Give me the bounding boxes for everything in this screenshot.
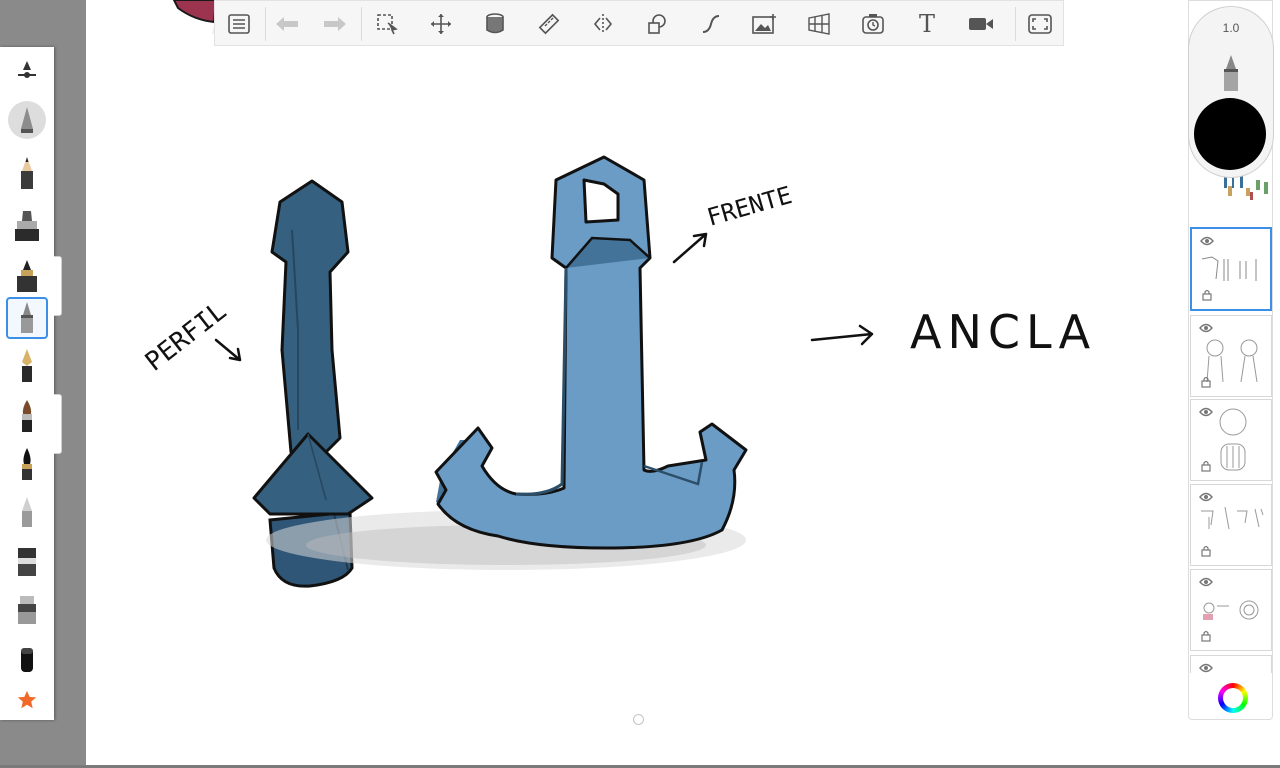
shapes-icon[interactable] [642, 9, 672, 39]
ruler-icon[interactable] [534, 9, 564, 39]
eye-icon[interactable] [1199, 663, 1213, 673]
selection-icon[interactable] [372, 9, 402, 39]
color-wheel-icon[interactable] [1218, 683, 1248, 713]
layer-2[interactable] [1190, 315, 1272, 397]
text-tool-glyph: T [918, 10, 935, 38]
lock-icon[interactable] [1201, 630, 1211, 642]
lock-icon[interactable] [1201, 545, 1211, 557]
eye-icon[interactable] [1199, 492, 1213, 502]
ink-brush-icon[interactable] [6, 443, 48, 485]
record-video-icon[interactable] [966, 9, 996, 39]
brush-puck[interactable]: 1.0 [1188, 6, 1274, 178]
transform-icon[interactable] [426, 9, 456, 39]
undo-icon[interactable] [272, 9, 302, 39]
lock-icon[interactable] [1201, 460, 1211, 472]
cropped-red-drawing [172, 0, 218, 24]
lock-icon[interactable] [1201, 376, 1211, 388]
eye-icon[interactable] [1200, 236, 1214, 246]
stroke-icon[interactable] [696, 9, 726, 39]
anchor-sketch: PERFIL FRENTE ANCLA [140, 0, 1096, 588]
fountain-pen-icon[interactable] [6, 345, 48, 387]
text-icon[interactable]: T [912, 9, 942, 39]
brush-size-value: 1.0 [1222, 21, 1240, 35]
layer-5-preview [1203, 600, 1259, 620]
airbrush-icon[interactable] [6, 99, 48, 141]
chisel-marker-icon[interactable] [6, 205, 48, 247]
layer-5[interactable] [1190, 569, 1272, 651]
lock-icon[interactable] [1202, 289, 1212, 301]
pencil-icon[interactable] [6, 152, 48, 194]
label-perfil: PERFIL [140, 296, 232, 377]
label-ancla: ANCLA [910, 305, 1096, 359]
perspective-icon[interactable] [804, 9, 834, 39]
redo-icon[interactable] [320, 9, 350, 39]
layer-4-preview [1201, 506, 1264, 530]
main-toolbar: T [214, 0, 1064, 46]
eye-icon[interactable] [1199, 577, 1213, 587]
page-indicator [633, 714, 644, 725]
fill-icon[interactable] [480, 9, 510, 39]
layer-4[interactable] [1190, 484, 1272, 566]
label-frente: FRENTE [704, 181, 795, 232]
smudge-icon[interactable] [6, 639, 48, 681]
soft-eraser-icon[interactable] [6, 491, 48, 533]
layer-3-preview [1219, 408, 1247, 471]
brush-toolbar [0, 47, 54, 720]
symmetry-icon[interactable] [588, 9, 618, 39]
inking-brush-icon[interactable] [6, 255, 48, 297]
favorite-star-icon[interactable] [6, 679, 48, 721]
add-image-icon[interactable] [750, 9, 780, 39]
menu-list-icon[interactable] [224, 9, 254, 39]
layer-1-preview [1201, 256, 1257, 281]
marker-icon[interactable] [6, 541, 48, 583]
time-lapse-icon[interactable] [858, 9, 888, 39]
technical-pen-icon[interactable] [6, 297, 48, 339]
wide-marker-icon[interactable] [6, 589, 48, 631]
toolbar-handle-bottom[interactable] [54, 394, 62, 454]
current-color-swatch[interactable] [1194, 98, 1266, 170]
eye-icon[interactable] [1199, 323, 1213, 333]
paint-brush-icon[interactable] [6, 395, 48, 437]
layer-3[interactable] [1190, 399, 1272, 481]
toolbar-handle-top[interactable] [54, 256, 62, 316]
layer-1[interactable] [1190, 227, 1272, 311]
layer-6[interactable] [1190, 655, 1272, 673]
brush-properties-icon[interactable] [6, 49, 48, 91]
fullscreen-icon[interactable] [1025, 9, 1055, 39]
current-brush-icon [1224, 55, 1238, 91]
